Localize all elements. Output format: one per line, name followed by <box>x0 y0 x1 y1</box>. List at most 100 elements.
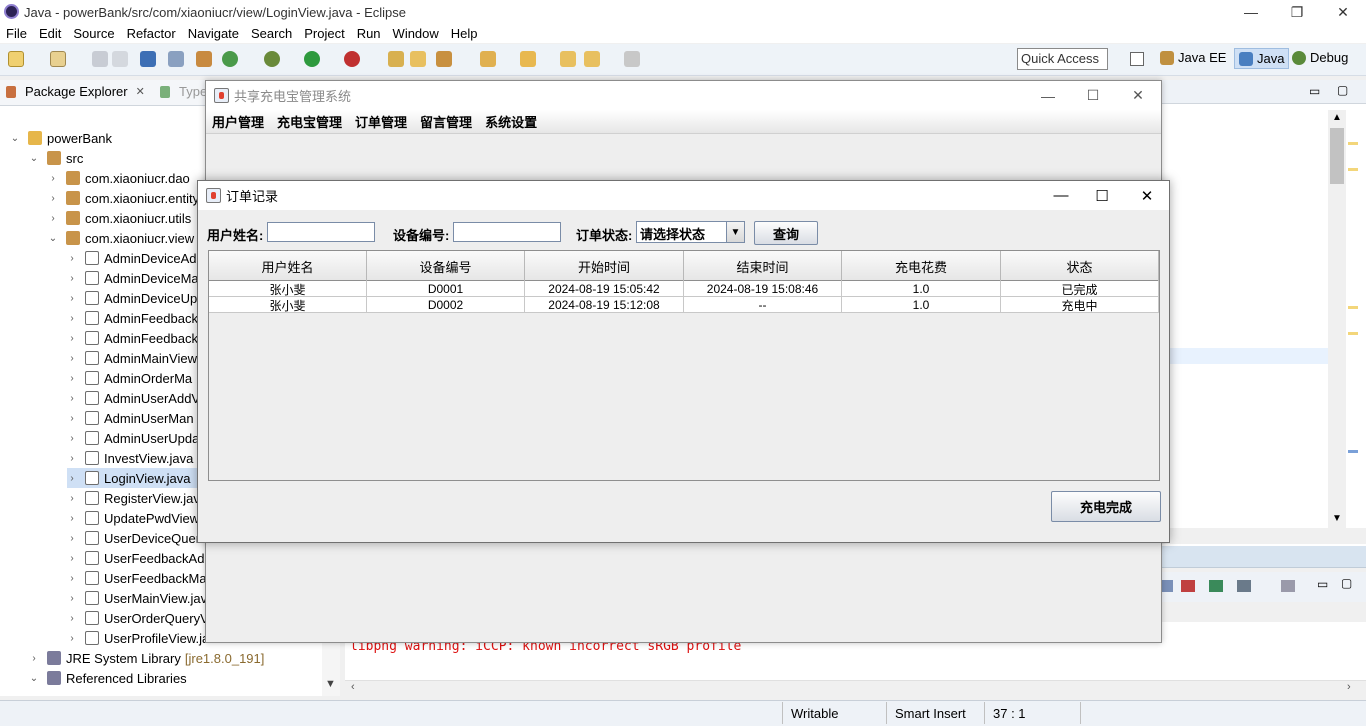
column-header[interactable]: 充电花费 <box>842 251 1001 281</box>
tree-item[interactable]: › AdminFeedback <box>67 308 198 328</box>
tab-type-hierarchy[interactable]: Type <box>160 84 207 99</box>
tree-item[interactable]: › com.xiaoniucr.utils <box>48 208 191 228</box>
tree-item[interactable]: › UserMainView.jav <box>67 588 207 608</box>
new-icon[interactable] <box>8 51 24 67</box>
last-edit-icon[interactable] <box>560 51 576 67</box>
quick-access-input[interactable]: Quick Access <box>1017 48 1108 70</box>
maximize-icon[interactable]: ☐ <box>1070 81 1116 110</box>
tree-item[interactable]: › AdminUserMan <box>67 408 193 428</box>
tree-item[interactable]: › AdminFeedback <box>67 328 198 348</box>
tree-item[interactable]: › LoginView.java <box>67 468 197 488</box>
tree-item[interactable]: › UserOrderQueryV <box>67 608 208 628</box>
table-row[interactable]: 张小斐 D0001 2024-08-19 15:05:42 2024-08-19 15… <box>209 281 1159 297</box>
scroll-down-icon[interactable]: ▼ <box>325 678 336 690</box>
menu-item[interactable]: Run <box>357 26 381 41</box>
chevron-right-icon[interactable]: › <box>67 373 77 384</box>
tree-item[interactable]: › InvestView.java <box>67 448 193 468</box>
chevron-right-icon[interactable]: › <box>67 593 77 604</box>
perspective-java-ee[interactable]: Java EE <box>1160 50 1226 65</box>
app-menu-item[interactable]: 用户管理 <box>212 112 264 131</box>
chevron-right-icon[interactable]: › <box>67 293 77 304</box>
external-tools-icon[interactable] <box>344 51 360 67</box>
menu-item[interactable]: Refactor <box>127 26 176 41</box>
prev-annotation-icon[interactable] <box>520 51 536 67</box>
save-icon[interactable] <box>92 51 108 67</box>
tree-item[interactable]: › AdminMainView <box>67 348 197 368</box>
chevron-right-icon[interactable]: › <box>29 653 39 664</box>
run-icon[interactable] <box>304 51 320 67</box>
chevron-right-icon[interactable]: › <box>67 413 77 424</box>
chevron-right-icon[interactable]: › <box>67 573 77 584</box>
chevron-right-icon[interactable]: › <box>48 213 58 224</box>
minimize-view-icon[interactable]: ▭ <box>1309 84 1320 98</box>
menu-item[interactable]: Search <box>251 26 292 41</box>
scroll-down-icon[interactable]: ▼ <box>1332 513 1342 524</box>
skip-breakpoints-icon[interactable] <box>168 51 184 67</box>
console-horizontal-scrollbar[interactable]: ‹ › <box>345 680 1366 696</box>
tree-item[interactable]: › UpdatePwdView <box>67 508 199 528</box>
tree-item[interactable]: › UserDeviceQuer <box>67 528 200 548</box>
charge-complete-button[interactable]: 充电完成 <box>1051 491 1161 522</box>
overview-marker[interactable] <box>1348 142 1358 145</box>
maximize-icon[interactable]: ☐ <box>1079 181 1125 210</box>
column-header[interactable]: 状态 <box>1001 251 1159 281</box>
chevron-right-icon[interactable]: › <box>67 633 77 644</box>
pin-console-icon[interactable] <box>1161 580 1173 592</box>
scroll-left-icon[interactable]: ‹ <box>351 681 355 693</box>
chevron-right-icon[interactable]: › <box>48 193 58 204</box>
chevron-down-icon[interactable]: ▼ <box>726 222 744 242</box>
menu-item[interactable]: Source <box>73 26 114 41</box>
overview-marker[interactable] <box>1348 306 1358 309</box>
chevron-right-icon[interactable]: › <box>48 173 58 184</box>
perspective-java[interactable]: Java <box>1234 48 1290 69</box>
chevron-right-icon[interactable]: › <box>67 513 77 524</box>
chevron-right-icon[interactable]: › <box>67 273 77 284</box>
menu-item[interactable]: Project <box>304 26 344 41</box>
chevron-right-icon[interactable]: › <box>67 353 77 364</box>
menu-item[interactable]: Window <box>393 26 439 41</box>
new-console-icon[interactable] <box>1281 580 1295 592</box>
open-perspective-icon[interactable] <box>1130 52 1144 66</box>
column-header[interactable]: 设备编号 <box>367 251 525 281</box>
restore-icon[interactable]: ❐ <box>1274 0 1320 24</box>
minimize-icon[interactable]: — <box>1025 81 1071 110</box>
back-icon[interactable] <box>584 51 600 67</box>
perspective-debug[interactable]: Debug <box>1292 50 1348 65</box>
chevron-right-icon[interactable]: › <box>67 453 77 464</box>
app-menu-item[interactable]: 订单管理 <box>355 112 407 131</box>
minimize-icon[interactable]: — <box>1038 181 1084 210</box>
chevron-right-icon[interactable]: › <box>67 553 77 564</box>
minimize-view-icon[interactable]: ▭ <box>1317 577 1328 591</box>
tree-item[interactable]: › UserFeedbackMa <box>67 568 206 588</box>
minimize-icon[interactable]: — <box>1228 0 1274 24</box>
display-console-icon[interactable] <box>1209 580 1223 592</box>
editor-scroll-thumb[interactable] <box>1330 128 1344 184</box>
chevron-right-icon[interactable]: › <box>67 253 77 264</box>
tree-item[interactable]: › AdminOrderMa <box>67 368 192 388</box>
chevron-down-icon[interactable]: ⌄ <box>29 673 39 684</box>
maximize-view-icon[interactable]: ▢ <box>1337 83 1348 97</box>
overview-marker[interactable] <box>1348 168 1358 171</box>
chevron-down-icon[interactable]: ⌄ <box>10 133 20 144</box>
remove-launch-icon[interactable] <box>1181 580 1195 592</box>
tree-item[interactable]: › AdminUserAddV <box>67 388 200 408</box>
chevron-right-icon[interactable]: › <box>67 613 77 624</box>
tab-package-explorer[interactable]: Package Explorer ✕ <box>6 84 145 99</box>
tree-item[interactable]: ⌄ com.xiaoniucr.view <box>48 228 194 248</box>
search-icon[interactable] <box>436 51 452 67</box>
app-menu-item[interactable]: 系统设置 <box>485 112 537 131</box>
chevron-down-icon[interactable]: ⌄ <box>29 153 39 164</box>
menu-item[interactable]: File <box>6 26 27 41</box>
app-menu-item[interactable]: 充电宝管理 <box>277 112 342 131</box>
username-input[interactable] <box>267 222 375 242</box>
tree-item[interactable]: › RegisterView.jav <box>67 488 200 508</box>
column-header[interactable]: 开始时间 <box>525 251 684 281</box>
scroll-right-icon[interactable]: › <box>1347 681 1351 693</box>
chevron-right-icon[interactable]: › <box>67 493 77 504</box>
close-icon[interactable]: ✕ <box>1115 81 1161 110</box>
open-console-icon[interactable] <box>1237 580 1251 592</box>
tree-item[interactable]: › UserProfileView.java <box>67 628 223 648</box>
tree-item[interactable]: › com.xiaoniucr.entity <box>48 188 199 208</box>
overview-marker[interactable] <box>1348 450 1358 453</box>
tree-item[interactable]: › AdminUserUpda <box>67 428 199 448</box>
